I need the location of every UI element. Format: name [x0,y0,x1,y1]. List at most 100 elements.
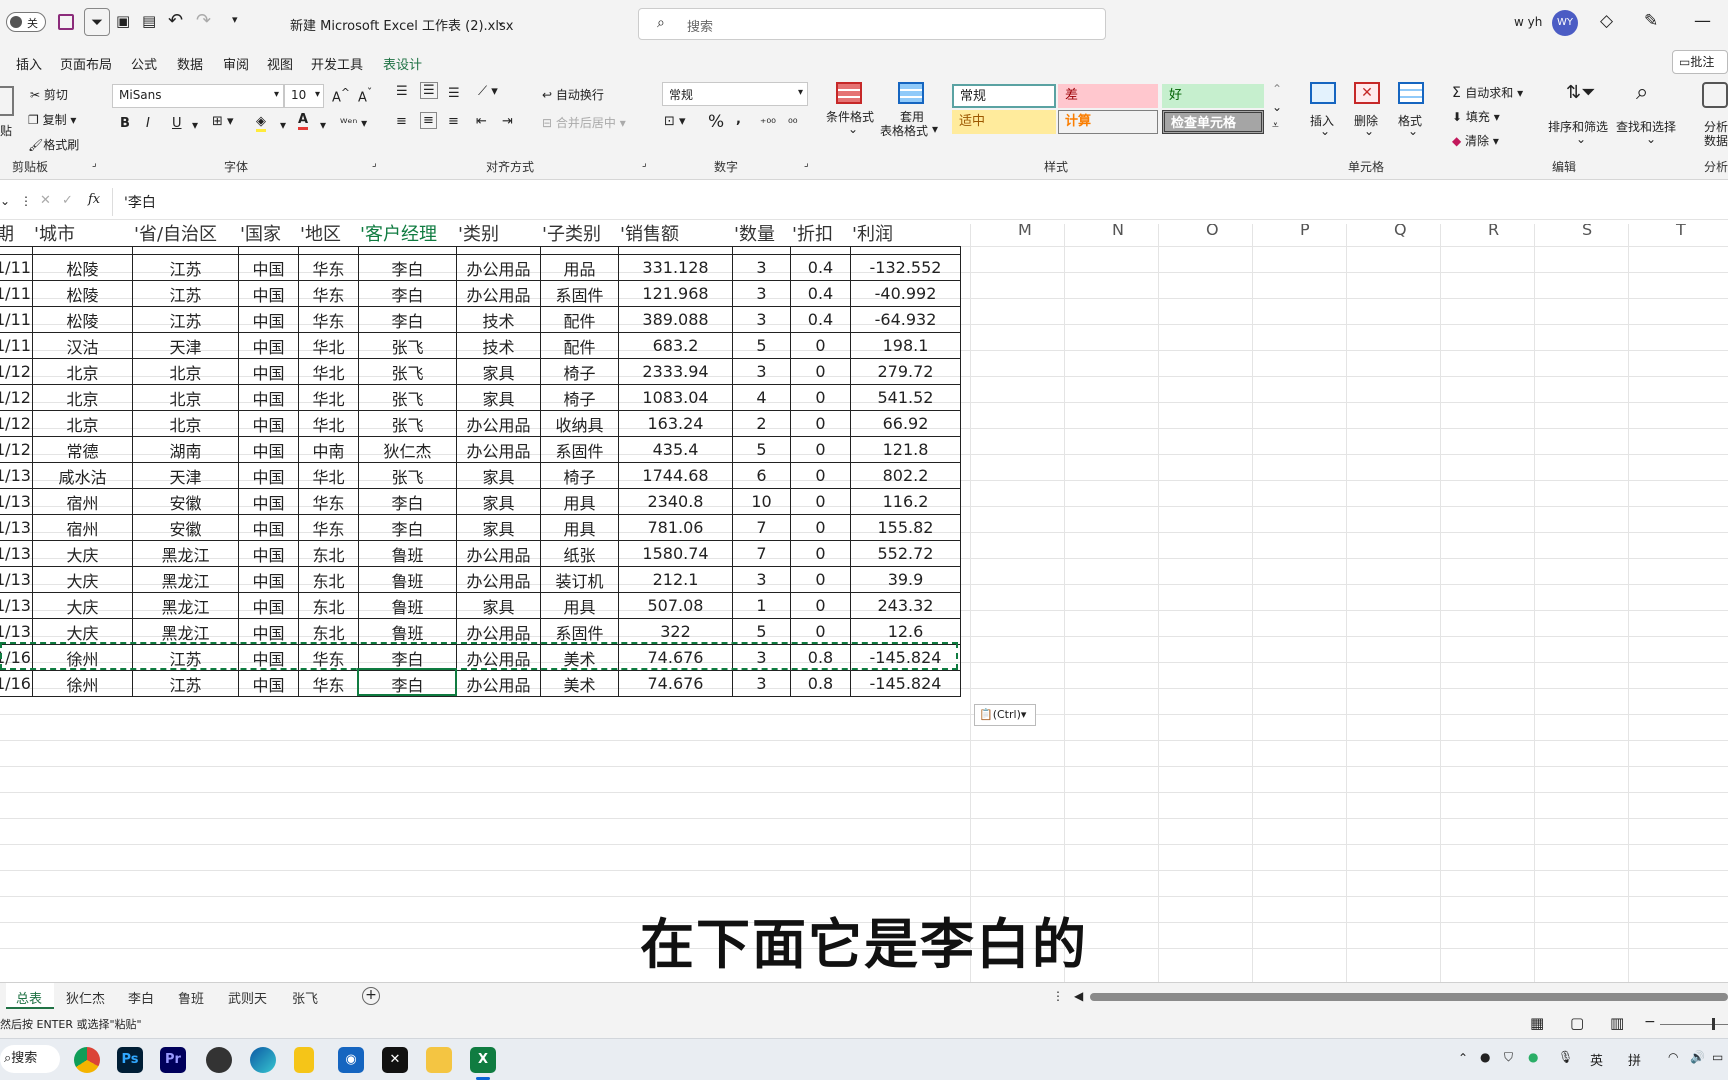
table-cell[interactable]: 中国 [238,410,299,437]
font-color-chevron-icon[interactable]: ▾ [320,118,326,132]
font-size-select[interactable]: 10 ▾ [284,84,324,108]
align-bottom-icon[interactable]: ☰ [448,86,460,101]
scroll-left-icon[interactable]: ◀ [1074,989,1083,1003]
table-cell[interactable]: 中国 [238,514,299,541]
table-row[interactable]: 1/13宿州安徽中国华东李白家具用具2340.8100116.2 [0,488,961,515]
decrease-decimal-icon[interactable]: ⁰⁰ [788,116,798,130]
autosave-toggle[interactable]: 关 [6,12,46,32]
clipboard-launcher-icon[interactable]: ⌟ [92,158,97,169]
chrome-icon[interactable] [74,1047,100,1073]
sheet-tab-direnjie[interactable]: 狄仁杰 [66,988,105,1007]
column-letter[interactable]: M [1018,224,1032,244]
table-row[interactable]: 1/16徐州江苏中国华东李白办公用品美术74.67630.8-145.824 [0,670,961,697]
styles-more-icon[interactable]: ⩡ [1272,118,1279,133]
styles-scroll-up-icon[interactable]: ⌃ [1272,82,1282,96]
table-cell[interactable]: 配件 [540,332,619,359]
table-cell[interactable]: 李白 [358,306,457,333]
table-cell[interactable]: 中国 [238,566,299,593]
table-cell[interactable]: 家具 [456,462,541,489]
table-cell[interactable]: 黑龙江 [132,566,239,593]
table-cell[interactable]: 华东 [298,280,359,307]
table-cell[interactable]: 0 [790,566,851,593]
table-cell[interactable]: 0 [790,540,851,567]
table-cell[interactable]: 66.92 [850,410,961,437]
table-cell[interactable]: 椅子 [540,358,619,385]
column-header[interactable]: '销售额 [620,224,679,245]
table-cell[interactable]: 1/12 [0,358,33,385]
style-neutral[interactable]: 适中 [952,110,1056,134]
border-icon[interactable]: ⊞ ▾ [212,114,234,129]
sheet-tab-main[interactable]: 总表 [16,988,42,1007]
table-cell[interactable]: 纸张 [540,540,619,567]
table-cell[interactable]: 李白 [358,280,457,307]
table-cell[interactable]: 装订机 [540,566,619,593]
menu-insert[interactable]: 插入 [16,54,42,73]
table-cell[interactable]: 椅子 [540,384,619,411]
table-cell[interactable]: 1/13 [0,488,33,515]
table-cell[interactable]: 松陵 [32,254,133,281]
paste-options-button[interactable]: 📋(Ctrl)▾ [974,704,1036,726]
table-row[interactable]: 1/12北京北京中国华北张飞家具椅子2333.9430279.72 [0,358,961,385]
table-cell[interactable]: 北京 [32,358,133,385]
table-cell[interactable]: 12.6 [850,618,961,645]
table-cell[interactable]: -40.992 [850,280,961,307]
zoom-slider-thumb[interactable] [1712,1018,1715,1030]
merge-center-button[interactable]: ⊟ 合并后居中 ▾ [542,114,626,131]
table-cell[interactable]: 天津 [132,332,239,359]
table-cell[interactable]: 张飞 [358,332,457,359]
photoshop-icon[interactable]: Ps [117,1047,143,1073]
style-calculation[interactable]: 计算 [1058,110,1158,134]
menu-table-design[interactable]: 表设计 [383,54,422,73]
table-cell[interactable]: 东北 [298,566,359,593]
zoom-slider[interactable] [1660,1024,1728,1025]
table-cell[interactable]: 技术 [456,332,541,359]
table-cell[interactable] [238,246,299,255]
table-cell[interactable]: 松陵 [32,280,133,307]
table-cell[interactable]: 212.1 [618,566,733,593]
table-cell[interactable]: 116.2 [850,488,961,515]
table-cell[interactable]: 北京 [132,410,239,437]
table-cell[interactable]: 3 [732,306,791,333]
table-cell[interactable]: 781.06 [618,514,733,541]
comments-button[interactable]: ▭批注 [1672,50,1728,74]
wrap-text-button[interactable]: ↩ 自动换行 [542,86,604,103]
table-cell[interactable]: 家具 [456,488,541,515]
table-cell[interactable]: 李白 [358,514,457,541]
function-icon[interactable]: fx [88,192,100,207]
table-cell[interactable]: 北京 [32,410,133,437]
table-cell[interactable]: 咸水沽 [32,462,133,489]
menu-developer[interactable]: 开发工具 [311,54,363,73]
table-cell[interactable]: 1/11 [0,332,33,359]
table-cell[interactable]: 0 [790,358,851,385]
table-cell[interactable]: 华东 [298,306,359,333]
sort-chevron-icon[interactable]: ⌄ [1576,132,1586,146]
delete-cells-icon[interactable]: ✕ [1354,82,1380,104]
meeting-icon[interactable]: ◉ [338,1047,364,1073]
table-cell[interactable]: 6 [732,462,791,489]
column-letter[interactable]: Q [1394,224,1407,244]
table-cell[interactable]: 389.088 [618,306,733,333]
premiere-icon[interactable]: Pr [160,1047,186,1073]
table-cell[interactable]: 198.1 [850,332,961,359]
table-cell[interactable]: 办公用品 [456,618,541,645]
table-cell[interactable]: 松陵 [32,306,133,333]
table-row[interactable]: 1/13大庆黑龙江中国东北鲁班办公用品系固件3225012.6 [0,618,961,645]
table-cell[interactable]: 0 [790,410,851,437]
table-cell[interactable]: 家具 [456,358,541,385]
table-cell[interactable]: 华北 [298,358,359,385]
zoom-out-icon[interactable]: − [1644,1014,1656,1030]
column-header[interactable]: '折扣 [792,224,833,245]
table-cell[interactable]: 华北 [298,332,359,359]
menu-data[interactable]: 数据 [177,54,203,73]
italic-button[interactable]: I [146,116,150,131]
increase-decimal-icon[interactable]: ⁺⁰⁰ [760,116,776,130]
table-cell[interactable]: 鲁班 [358,592,457,619]
column-letter[interactable]: R [1488,224,1499,244]
table-cell[interactable] [790,246,851,255]
table-cell[interactable]: 办公用品 [456,254,541,281]
table-cell[interactable]: 5 [732,618,791,645]
table-cell[interactable] [298,246,359,255]
table-cell[interactable]: 江苏 [132,306,239,333]
table-cell[interactable]: 163.24 [618,410,733,437]
analyze-data-icon[interactable] [1702,82,1728,108]
